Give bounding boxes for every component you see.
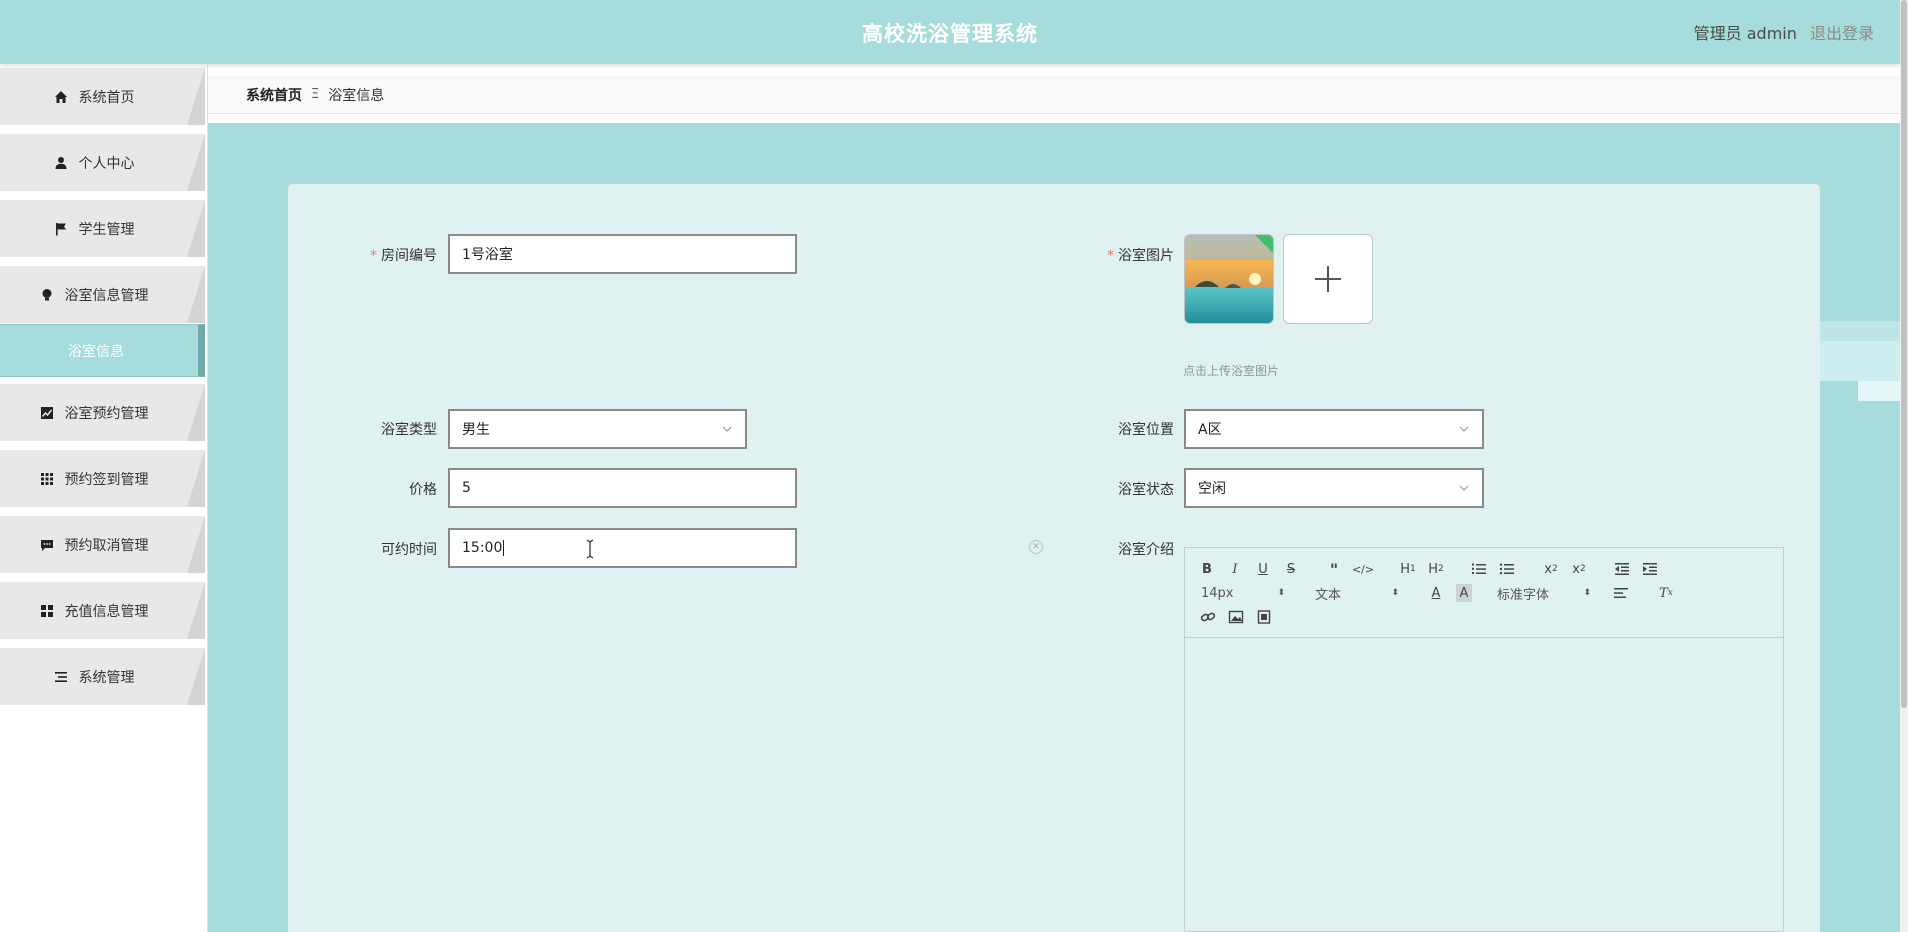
sidebar: 系统首页 个人中心 学生管理 浴室信息管理 浴室信息 浴室预约管理 预约签到管理… — [0, 64, 208, 932]
video-icon[interactable] — [1255, 608, 1273, 626]
sidebar-item-label: 预约取消管理 — [64, 537, 149, 554]
top-header: 高校洗浴管理系统 管理员 admin 退出登录 — [0, 0, 1900, 64]
italic-icon[interactable]: I — [1227, 560, 1243, 578]
sidebar-item-label: 系统管理 — [78, 669, 135, 686]
sidebar-item-cancel[interactable]: 预约取消管理 — [0, 516, 205, 573]
image-upload-button[interactable] — [1283, 234, 1373, 324]
list-icon — [53, 669, 69, 685]
chart-icon — [39, 405, 55, 421]
clear-format-icon[interactable]: Tx — [1657, 584, 1675, 602]
sidebar-item-home[interactable]: 系统首页 — [0, 68, 205, 125]
font-family-select[interactable]: 标准字体 ⬍ — [1497, 584, 1591, 603]
flag-icon — [53, 221, 69, 237]
ordered-list-icon[interactable] — [1470, 560, 1488, 578]
time-input[interactable]: 15:00 — [448, 528, 797, 568]
updown-icon: ⬍ — [1277, 588, 1285, 598]
heading1-icon[interactable]: H1 — [1398, 560, 1418, 578]
sidebar-item-label: 充值信息管理 — [64, 603, 149, 620]
breadcrumb-home[interactable]: 系统首页 — [246, 85, 302, 105]
grid-icon — [39, 471, 55, 487]
editor-toolbar: B I U S " </> H1 H2 x2 x2 14px ⬍ 文本 ⬍ A A … — [1185, 548, 1783, 638]
superscript-icon[interactable]: x2 — [1569, 560, 1589, 578]
strike-icon[interactable]: S — [1283, 560, 1299, 578]
chevron-down-icon — [1459, 426, 1469, 432]
underline-icon[interactable]: U — [1255, 560, 1271, 578]
sidebar-item-system[interactable]: 系统管理 — [0, 648, 205, 705]
chevron-down-icon — [1459, 485, 1469, 491]
breadcrumb-separator: Ξ — [311, 87, 320, 102]
scrollbar-thumb[interactable] — [1901, 0, 1907, 708]
type-label: 浴室类型 — [381, 422, 437, 438]
align-icon[interactable] — [1612, 584, 1630, 602]
current-user: 管理员 admin — [1693, 24, 1797, 43]
app-title: 高校洗浴管理系统 — [862, 22, 1038, 46]
price-input[interactable]: 5 — [448, 468, 797, 508]
required-mark: * — [1107, 248, 1114, 264]
link-icon[interactable] — [1199, 608, 1217, 626]
room-no-label: * 房间编号 — [370, 248, 437, 264]
sidebar-item-recharge[interactable]: 充值信息管理 — [0, 582, 205, 639]
rich-text-editor: B I U S " </> H1 H2 x2 x2 14px ⬍ 文本 ⬍ A A … — [1184, 547, 1784, 932]
sidebar-item-label: 预约签到管理 — [64, 471, 149, 488]
bulb-icon — [39, 287, 55, 303]
sidebar-item-label: 浴室信息管理 — [64, 287, 149, 304]
updown-icon: ⬍ — [1583, 588, 1591, 598]
sidebar-item-label: 系统首页 — [78, 89, 135, 106]
plus-icon — [1315, 266, 1341, 292]
sidebar-item-label: 浴室预约管理 — [64, 405, 149, 422]
indent-icon[interactable] — [1641, 560, 1659, 578]
status-select[interactable]: 空闲 — [1184, 468, 1484, 508]
heading2-icon[interactable]: H2 — [1426, 560, 1446, 578]
bullet-list-icon[interactable] — [1498, 560, 1516, 578]
sidebar-item-bathroom-info[interactable]: 浴室信息管理 — [0, 266, 205, 323]
background-color-icon[interactable]: A — [1456, 584, 1472, 602]
sidebar-item-checkin[interactable]: 预约签到管理 — [0, 450, 205, 507]
sidebar-item-label: 个人中心 — [78, 155, 135, 172]
location-select[interactable]: A区 — [1184, 409, 1484, 449]
sidebar-item-profile[interactable]: 个人中心 — [0, 134, 205, 191]
sidebar-item-students[interactable]: 学生管理 — [0, 200, 205, 257]
decor-stair — [1858, 381, 1900, 401]
user-icon — [53, 155, 69, 171]
upload-tip: 点击上传浴室图片 — [1183, 364, 1280, 378]
breadcrumb-current: 浴室信息 — [328, 87, 385, 104]
sidebar-item-label: 学生管理 — [78, 221, 135, 238]
page-scrollbar[interactable] — [1900, 0, 1908, 932]
intro-label: 浴室介绍 — [1118, 542, 1174, 558]
code-icon[interactable]: </> — [1352, 560, 1374, 578]
apps-icon — [39, 603, 55, 619]
user-area: 管理员 admin 退出登录 — [1686, 20, 1874, 44]
font-color-icon[interactable]: A — [1428, 584, 1444, 602]
editor-content[interactable] — [1185, 639, 1783, 931]
subscript-icon[interactable]: x2 — [1541, 560, 1561, 578]
chat-icon — [39, 537, 55, 553]
type-select[interactable]: 男生 — [448, 409, 747, 449]
status-label: 浴室状态 — [1118, 482, 1174, 498]
text-caret — [503, 540, 505, 556]
font-size-select[interactable]: 14px ⬍ — [1201, 584, 1285, 602]
location-label: 浴室位置 — [1118, 422, 1174, 438]
bold-icon[interactable]: B — [1199, 560, 1215, 578]
logout-link[interactable]: 退出登录 — [1810, 24, 1874, 43]
room-no-input[interactable]: 1号浴室 — [448, 234, 797, 274]
paragraph-select[interactable]: 文本 ⬍ — [1315, 584, 1399, 603]
image-icon[interactable] — [1227, 608, 1245, 626]
quote-icon[interactable]: " — [1326, 560, 1342, 579]
home-icon — [53, 89, 69, 105]
updown-icon: ⬍ — [1391, 588, 1399, 598]
submenu-item-bathroom-info[interactable]: 浴室信息 — [0, 324, 205, 377]
clear-icon[interactable]: ✕ — [1029, 540, 1043, 554]
bathroom-image-thumbnail[interactable] — [1184, 234, 1274, 324]
price-label: 价格 — [409, 482, 437, 498]
text-cursor-icon — [586, 539, 594, 559]
time-label: 可约时间 — [381, 542, 437, 558]
chevron-down-icon — [722, 426, 732, 432]
sidebar-item-reservation[interactable]: 浴室预约管理 — [0, 384, 205, 441]
required-mark: * — [370, 248, 377, 264]
outdent-icon[interactable] — [1613, 560, 1631, 578]
decor-stair — [1818, 341, 1900, 381]
breadcrumb: 系统首页 Ξ 浴室信息 — [208, 76, 1900, 114]
image-label: * 浴室图片 — [1107, 248, 1174, 264]
